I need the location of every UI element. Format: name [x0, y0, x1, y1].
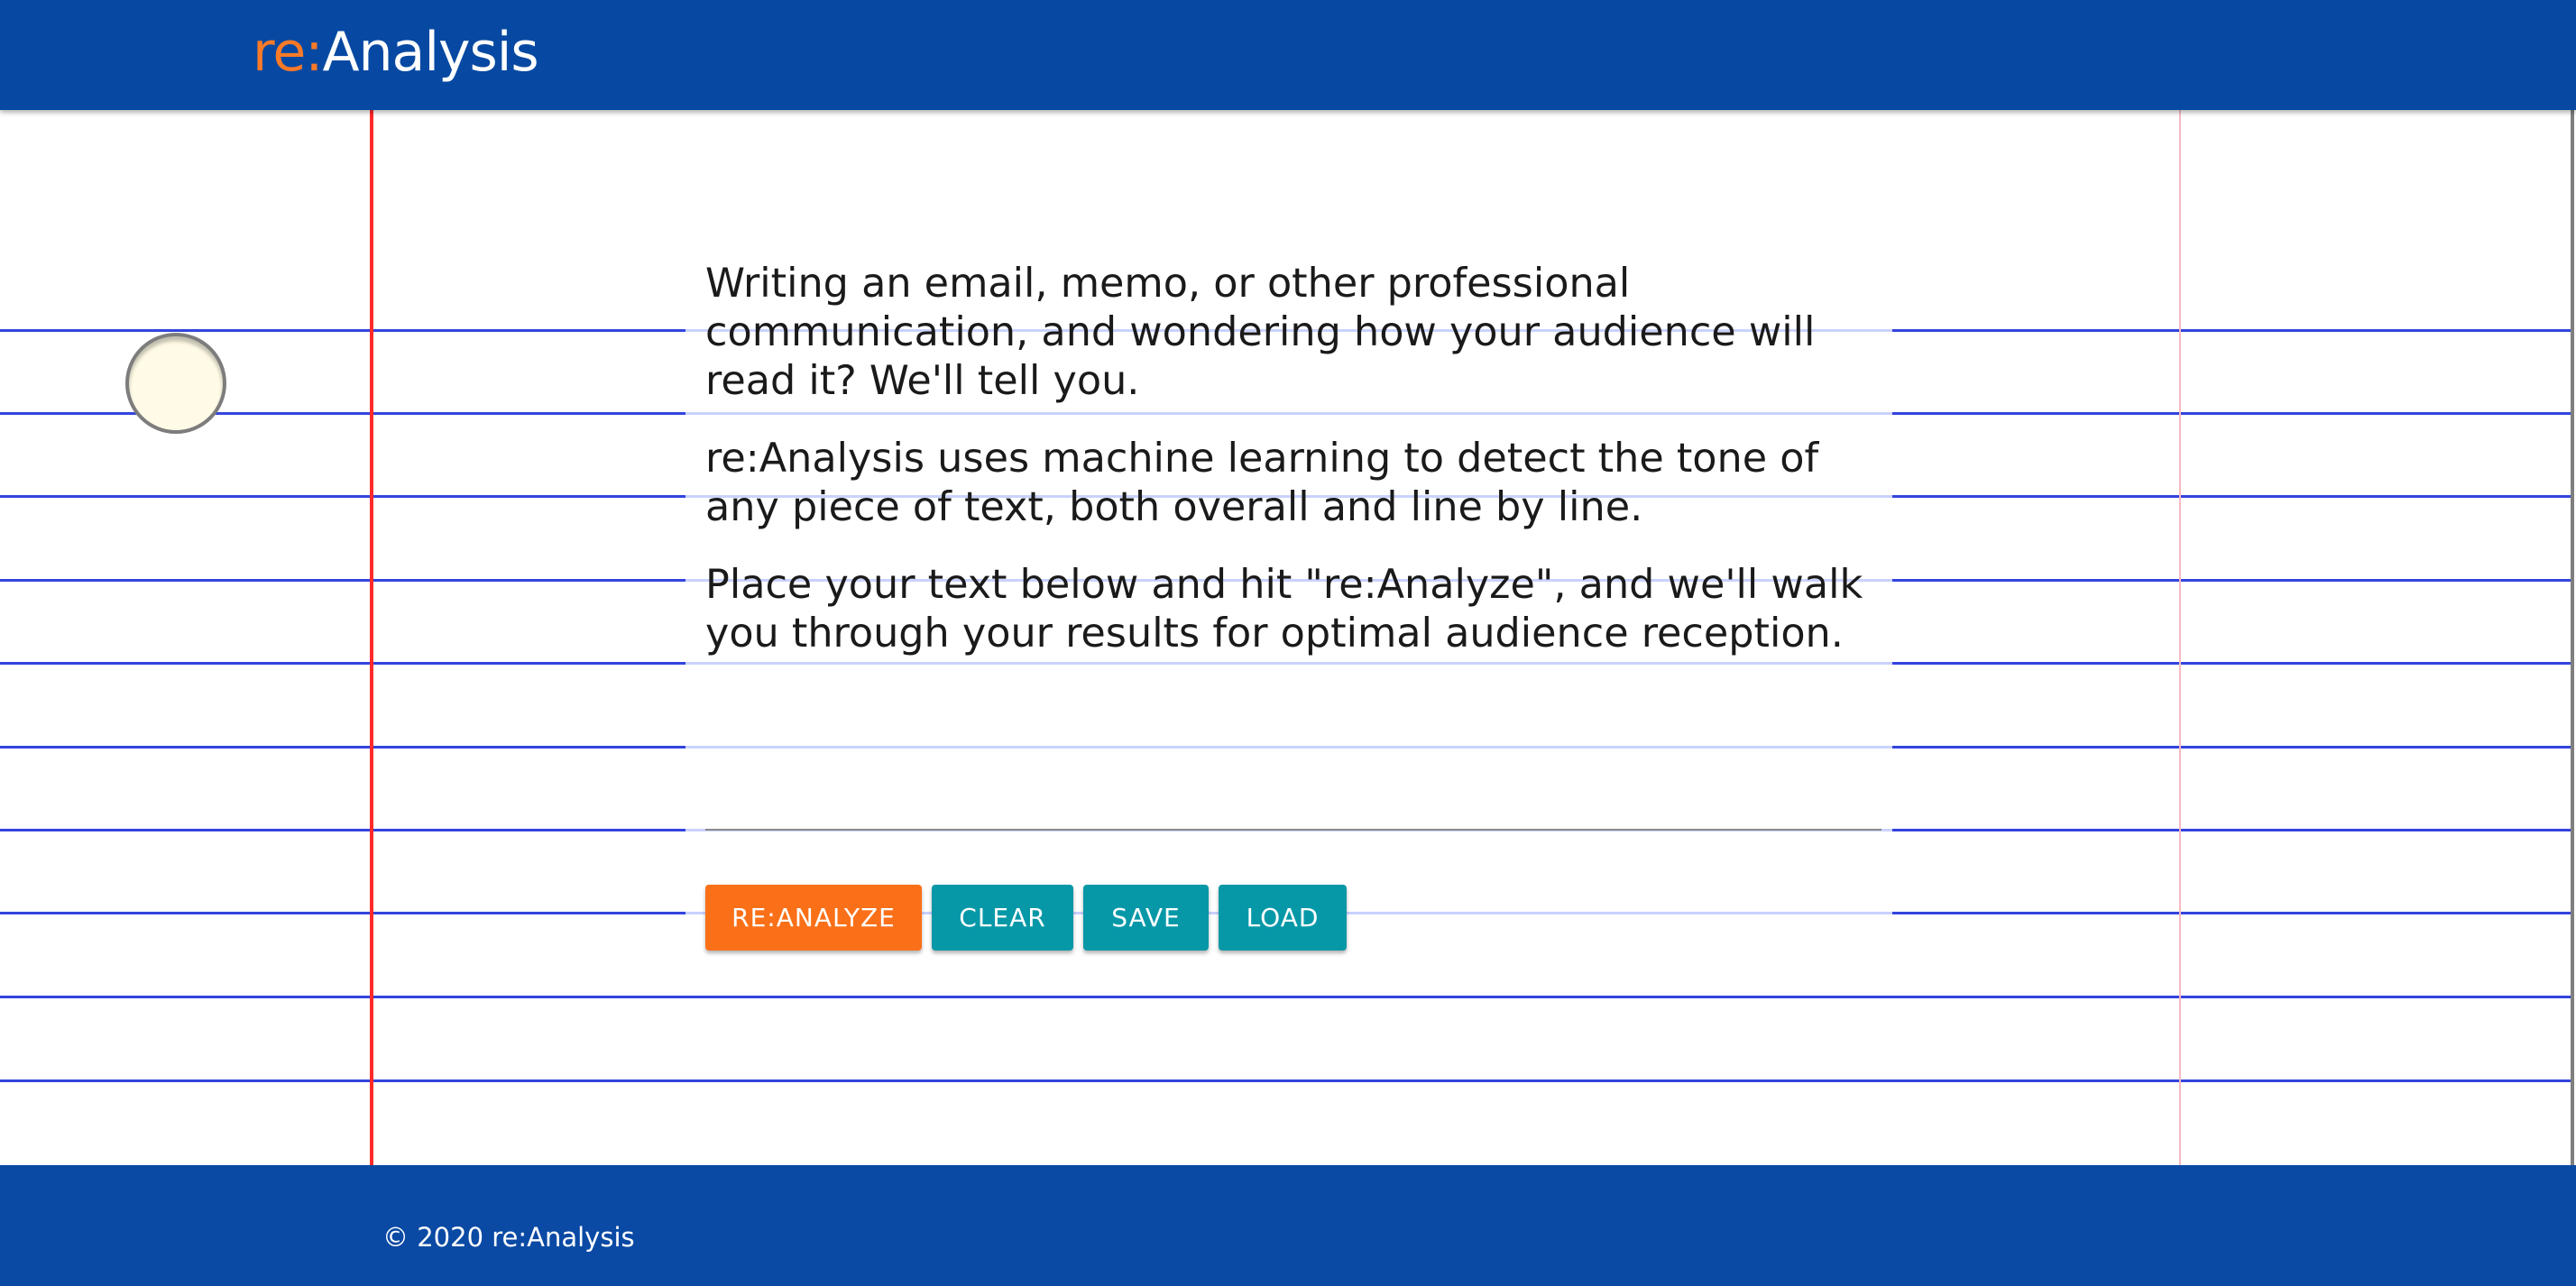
notebook-paper: Writing an email, memo, or other profess… [0, 110, 2574, 1165]
intro-paragraph: re:Analysis uses machine learning to det… [705, 436, 1819, 530]
save-button[interactable]: SAVE [1083, 885, 1209, 951]
app-header: re:Analysis [0, 0, 2576, 110]
margin-line [370, 110, 373, 1165]
main-content: Writing an email, memo, or other profess… [685, 110, 1892, 1165]
logo-prefix: re: [253, 21, 323, 84]
app-logo[interactable]: re:Analysis [253, 16, 539, 88]
reanalyze-button[interactable]: RE:ANALYZE [705, 885, 922, 951]
page: re:Analysis Writing an email, memo, or o… [0, 0, 2576, 1286]
intro-paragraph: Place your text below and hit "re:Analyz… [705, 562, 1863, 657]
intro-paragraph: Writing an email, memo, or other profess… [705, 261, 1816, 404]
intro-text: Writing an email, memo, or other profess… [705, 260, 1878, 687]
text-input[interactable] [705, 773, 1881, 831]
action-buttons: RE:ANALYZE CLEAR SAVE LOAD [705, 885, 1347, 951]
content-rule [685, 746, 1892, 749]
clear-button[interactable]: CLEAR [932, 885, 1073, 951]
logo-name: Analysis [322, 21, 538, 84]
punch-hole [125, 333, 226, 434]
right-margin-line [2179, 110, 2181, 1165]
load-button[interactable]: LOAD [1219, 885, 1347, 951]
app-footer: © 2020 re:Analysis [0, 1165, 2576, 1286]
copyright-text: © 2020 re:Analysis [382, 1222, 635, 1253]
